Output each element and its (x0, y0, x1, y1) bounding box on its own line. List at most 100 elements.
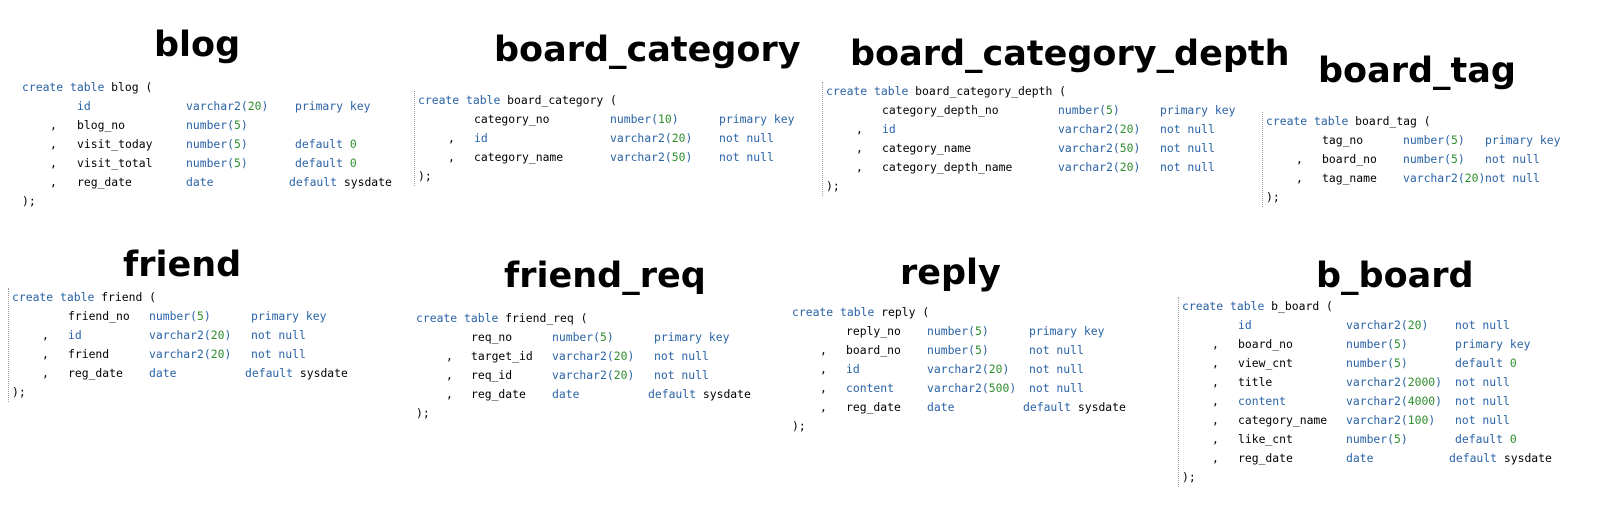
type-name: varchar2 (552, 368, 607, 382)
type-name: number (149, 309, 191, 323)
column-type: number(5) (186, 118, 248, 132)
type-size: 20 (247, 99, 262, 113)
constraint-keyword: default (1455, 356, 1504, 370)
type-size: 5 (1106, 103, 1113, 117)
default-value: sysdate (1077, 400, 1126, 414)
column-definition-row: , view_cnt number(5) default 0 (1182, 354, 1517, 373)
column-type: number(5) (149, 309, 211, 323)
keyword-table: table (874, 84, 909, 98)
column-constraint: not null (654, 366, 709, 385)
table-name-header: friend ( (101, 290, 157, 304)
column-constraint: default 0 (295, 154, 357, 173)
column-constraint: not null (1029, 341, 1084, 360)
column-constraint: primary key (1485, 131, 1560, 150)
column-definition-row: , req_id varchar2(20) not null (416, 366, 709, 385)
type-size: 4000 (1407, 394, 1436, 408)
column-name: like_cnt (1238, 432, 1293, 446)
column-name: reg_date (1238, 451, 1293, 465)
column-definition-row: , friend varchar2(20) not null (12, 345, 306, 364)
type-size: 20 (671, 131, 686, 145)
column-constraint: not null (719, 129, 774, 148)
column-constraint: default 0 (1455, 354, 1517, 373)
keyword-create: create (12, 290, 54, 304)
editor-gutter-line (1178, 297, 1179, 487)
column-constraint: primary key (1029, 322, 1104, 341)
column-type: number(5) (927, 343, 989, 357)
column-name: id (1238, 318, 1252, 332)
type-name: date (186, 175, 214, 189)
type-name: number (186, 118, 228, 132)
column-definition-row: , reg_date date default sysdate (416, 385, 751, 404)
row-comma: , (856, 122, 863, 136)
column-constraint: primary key (1455, 335, 1530, 354)
editor-gutter-line (1262, 112, 1263, 207)
column-definition-row: , id varchar2(20) not null (792, 360, 1084, 379)
type-size: 5 (1394, 356, 1401, 370)
type-name: number (1403, 152, 1445, 166)
column-name: friend_no (68, 309, 130, 323)
column-constraint: not null (1160, 120, 1215, 139)
column-name: board_no (1322, 152, 1377, 166)
constraint-keyword: not null (1455, 413, 1510, 427)
keyword-table: table (1230, 299, 1265, 313)
create-table-line: create table blog ( (22, 78, 152, 97)
default-value: sysdate (343, 175, 392, 189)
row-comma: , (1212, 413, 1219, 427)
type-name: number (1346, 337, 1388, 351)
constraint-keyword: default (1455, 432, 1504, 446)
column-type: date (1346, 449, 1373, 468)
closing-paren-line: ); (418, 167, 617, 186)
constraint-keyword: not null (1029, 343, 1084, 357)
column-definition-row: , target_id varchar2(20) not null (416, 347, 709, 366)
type-name: varchar2 (610, 131, 665, 145)
constraint-keyword: default (1449, 451, 1498, 465)
table-name-header: board_category ( (507, 93, 617, 107)
default-value: 0 (1509, 432, 1517, 446)
column-name: id (77, 99, 91, 113)
default-value: 0 (349, 156, 357, 170)
constraint-keyword: not null (654, 349, 709, 363)
column-definition-row: reply_no number(5) primary key (792, 322, 1104, 341)
column-definition-row: category_depth_no number(5) primary key (826, 101, 1235, 120)
column-definition-row: , id varchar2(20) not null (12, 326, 306, 345)
column-name: visit_today (77, 137, 153, 151)
column-name: board_no (846, 343, 901, 357)
column-constraint: not null (1455, 411, 1510, 430)
row-comma: , (1212, 394, 1219, 408)
column-type: varchar2(4000) (1346, 394, 1443, 408)
column-constraint: not null (251, 326, 306, 345)
column-name: tag_no (1322, 133, 1364, 147)
column-constraint: default sysdate (1023, 398, 1126, 417)
constraint-keyword: not null (719, 150, 774, 164)
type-name: number (1058, 103, 1100, 117)
row-comma: , (42, 347, 49, 361)
keyword-table: table (464, 311, 499, 325)
create-table-line: create table board_category_depth ( (826, 82, 1066, 101)
column-type: varchar2(20) (1346, 318, 1429, 332)
row-comma: , (1212, 451, 1219, 465)
closing-paren-line: ); (22, 192, 152, 211)
constraint-keyword: primary key (1485, 133, 1561, 147)
column-name: req_id (471, 368, 513, 382)
closing-paren: ); (1182, 470, 1196, 484)
column-definition-row: , content varchar2(4000) not null (1182, 392, 1510, 411)
row-comma: , (1212, 356, 1219, 370)
type-size: 5 (975, 324, 982, 338)
column-type: number(5) (1403, 133, 1465, 147)
column-type: varchar2(50) (1058, 141, 1141, 155)
column-constraint: default sysdate (289, 173, 392, 192)
table-title: board_tag (1318, 51, 1516, 91)
type-size: 10 (658, 112, 672, 126)
type-size: 5 (234, 156, 241, 170)
type-size: 500 (988, 381, 1010, 395)
row-comma: , (446, 368, 453, 382)
keyword-table: table (840, 305, 875, 319)
type-name: date (149, 366, 177, 380)
type-name: varchar2 (1058, 160, 1113, 174)
type-size: 5 (234, 137, 241, 151)
create-table-line: create table friend_req ( (416, 309, 587, 328)
closing-paren: ); (792, 419, 806, 433)
column-definition-row: , blog_no number(5) (22, 116, 248, 135)
table-name-header: blog ( (111, 80, 153, 94)
constraint-keyword: not null (251, 347, 306, 361)
